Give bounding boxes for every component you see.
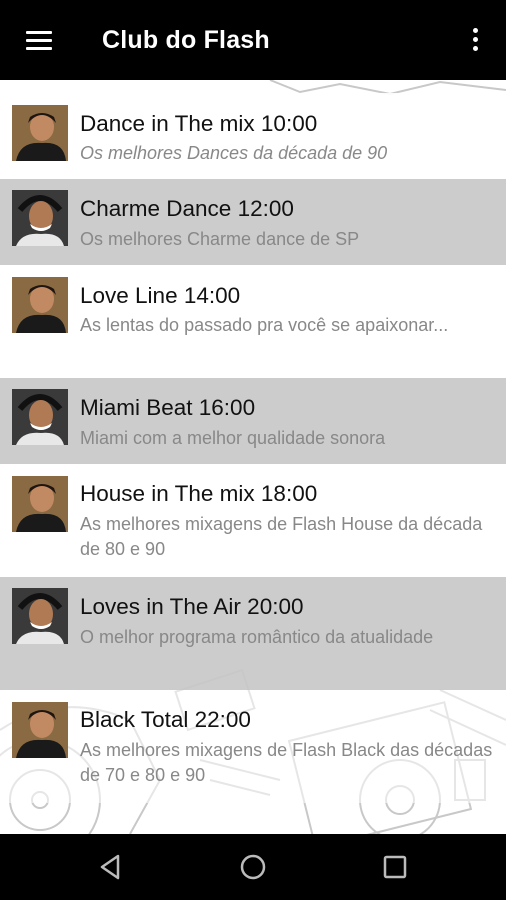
host-avatar	[12, 476, 68, 532]
program-title: Loves in The Air 20:00	[80, 594, 304, 619]
host-avatar	[12, 105, 68, 161]
program-list: Dance in The mix 10:00 Os melhores Dance…	[0, 93, 506, 803]
app-bar: Club do Flash	[0, 0, 506, 80]
home-circle-icon[interactable]	[236, 852, 270, 882]
program-row[interactable]: Black Total 22:00 As melhores mixagens d…	[0, 690, 506, 803]
program-subtitle: Os melhores Dances da década de 90	[80, 143, 388, 163]
program-subtitle: As lentas do passado pra você se apaixon…	[80, 315, 449, 335]
back-triangle-icon[interactable]	[94, 852, 128, 882]
program-list-area[interactable]: Dance in The mix 10:00 Os melhores Dance…	[0, 80, 506, 834]
program-row[interactable]: Loves in The Air 20:00 O melhor programa…	[0, 577, 506, 690]
host-avatar	[12, 277, 68, 333]
program-subtitle: As melhores mixagens de Flash Black das …	[80, 740, 493, 785]
hamburger-menu-icon[interactable]	[22, 28, 58, 54]
program-title: Love Line 14:00	[80, 283, 241, 308]
system-nav-bar	[0, 834, 506, 900]
program-subtitle: As melhores mixagens de Flash House da d…	[80, 514, 483, 559]
program-title: House in The mix 18:00	[80, 481, 318, 506]
program-subtitle: Miami com a melhor qualidade sonora	[80, 428, 386, 448]
program-row[interactable]: House in The mix 18:00 As melhores mixag…	[0, 464, 506, 577]
host-avatar	[12, 588, 68, 644]
host-avatar	[12, 702, 68, 758]
program-subtitle: Os melhores Charme dance de SP	[80, 229, 360, 249]
program-row[interactable]: Love Line 14:00 As lentas do passado pra…	[0, 265, 506, 378]
program-title: Charme Dance 12:00	[80, 196, 294, 221]
program-row[interactable]: Charme Dance 12:00 Os melhores Charme da…	[0, 179, 506, 265]
host-avatar	[12, 190, 68, 246]
page-title: Club do Flash	[102, 26, 270, 54]
program-row[interactable]: Miami Beat 16:00 Miami com a melhor qual…	[0, 378, 506, 464]
program-row[interactable]: Dance in The mix 10:00 Os melhores Dance…	[0, 93, 506, 179]
recents-square-icon[interactable]	[378, 852, 412, 882]
host-avatar	[12, 389, 68, 445]
program-title: Dance in The mix 10:00	[80, 111, 318, 136]
program-title: Black Total 22:00	[80, 707, 251, 732]
more-vert-icon[interactable]	[464, 26, 486, 56]
program-title: Miami Beat 16:00	[80, 395, 256, 420]
program-subtitle: O melhor programa romântico da atualidad…	[80, 627, 434, 647]
